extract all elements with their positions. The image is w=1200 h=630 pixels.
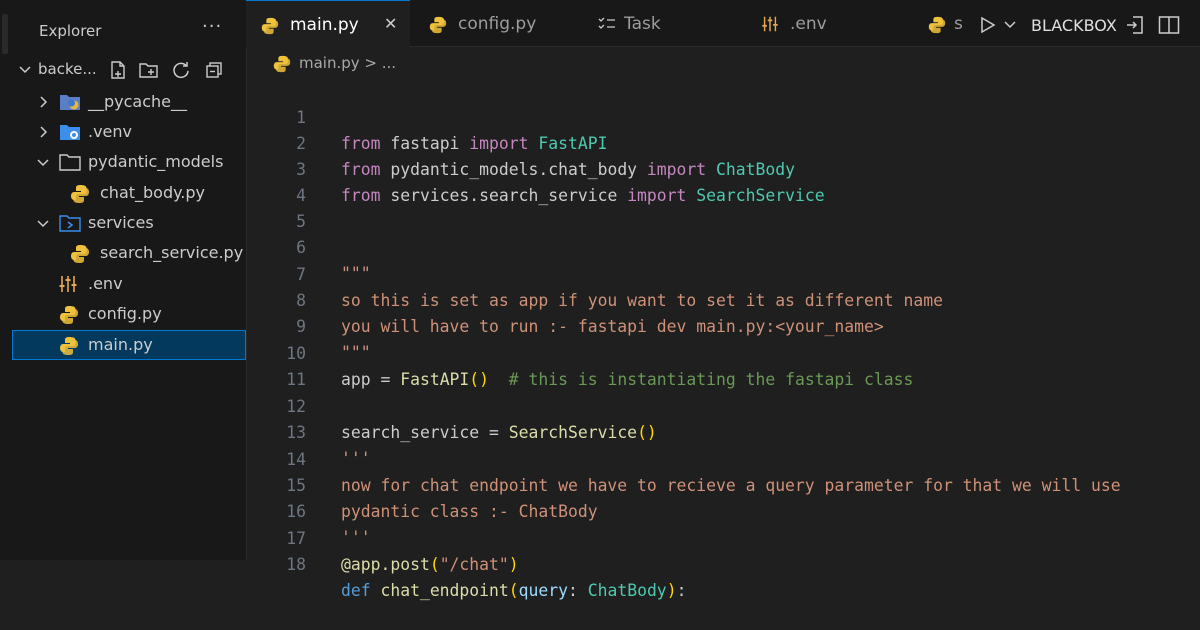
chevron-down-icon — [19, 66, 31, 74]
breadcrumb: main.py > ... — [246, 48, 1200, 80]
python-file-icon — [429, 16, 447, 34]
tree-item-venv[interactable]: .venv — [12, 117, 246, 147]
chevron-right-icon — [40, 126, 48, 138]
explorer-sidebar: Explorer ··· backe... __pycache__ .venv … — [12, 0, 247, 560]
code-line: 18 def chat_endpoint(query: ChatBody): — [246, 526, 1200, 600]
tab-env[interactable]: .env — [746, 0, 911, 46]
tab-label: .env — [790, 14, 827, 34]
code-line: 5 — [246, 183, 1200, 231]
chevron-right-icon — [40, 96, 48, 108]
tree-item-label: __pycache__ — [88, 92, 188, 111]
code-line: 3 from services.search_service import Se… — [246, 131, 1200, 205]
tree-item-label: .env — [88, 274, 123, 293]
tree-item-pydantic-models[interactable]: pydantic_models — [12, 147, 246, 177]
tab-config-py[interactable]: config.py — [410, 0, 583, 46]
explorer-header: Explorer ··· — [12, 0, 246, 62]
settings-sliders-icon — [762, 16, 778, 32]
code-line: 6 """ — [246, 209, 1200, 283]
workspace-folder[interactable]: backe... — [12, 58, 246, 84]
workspace-folder-name: backe... — [38, 60, 97, 78]
tab-task[interactable]: Task — [582, 0, 747, 46]
more-actions-icon[interactable]: ··· — [202, 16, 222, 37]
split-editor-icon[interactable] — [1158, 15, 1180, 35]
python-file-icon — [60, 337, 78, 355]
tree-item-label: search_service.py — [100, 243, 244, 262]
chevron-down-icon — [37, 159, 49, 167]
tab-label: Task — [624, 14, 661, 34]
new-file-icon[interactable] — [108, 60, 128, 80]
tree-item-label: pydantic_models — [88, 152, 224, 171]
python-folder-icon — [60, 95, 80, 110]
code-line: 17 @app.post("/chat") — [246, 500, 1200, 574]
python-file-icon — [71, 245, 89, 263]
code-line: 12 search_service = SearchService() — [246, 368, 1200, 442]
settings-sliders-icon — [59, 276, 77, 292]
activity-bar — [0, 0, 12, 560]
task-list-icon — [598, 17, 615, 29]
tree-item-search-service[interactable]: search_service.py — [12, 238, 246, 268]
code-line: 1 from fastapi import FastAPI — [246, 79, 1200, 153]
code-line: 10 app = FastAPI() # this is instantiati… — [246, 315, 1200, 389]
refresh-icon[interactable] — [171, 60, 191, 80]
tree-item-label: .venv — [88, 122, 133, 141]
tree-item-label: services — [88, 213, 154, 232]
code-line: 16 ''' — [246, 473, 1200, 547]
new-folder-icon[interactable] — [138, 60, 160, 80]
code-line: 4 — [246, 157, 1200, 205]
code-line: 11 — [246, 341, 1200, 389]
folder-open-icon — [59, 154, 81, 171]
tab-search-service-py[interactable]: s — [910, 0, 972, 46]
tree-item-label: config.py — [88, 304, 162, 323]
tree-item-config[interactable]: config.py — [12, 299, 246, 329]
tab-label: main.py — [290, 15, 359, 35]
close-tab-icon[interactable]: ✕ — [384, 14, 397, 33]
python-file-icon — [60, 306, 78, 324]
code-text: @app.post("/chat") — [341, 555, 519, 574]
venv-folder-icon — [60, 125, 80, 140]
code-line: 14 now for chat endpoint we have to reci… — [246, 421, 1200, 495]
exit-icon[interactable] — [1125, 15, 1145, 35]
tree-item-services[interactable]: services — [12, 208, 246, 238]
tree-item-chat-body[interactable]: chat_body.py — [12, 178, 246, 208]
editor-actions: BLACKBOX — [972, 0, 1200, 46]
tab-main-py[interactable]: main.py ✕ — [246, 0, 411, 48]
python-file-icon — [273, 55, 291, 73]
code-text: def chat_endpoint(query: ChatBody): — [341, 581, 687, 600]
breadcrumb-path[interactable]: main.py > ... — [299, 54, 396, 72]
python-file-icon — [71, 185, 89, 203]
tab-label: config.py — [458, 14, 537, 34]
tree-item-pycache[interactable]: __pycache__ — [12, 87, 246, 117]
chevron-down-icon — [37, 220, 49, 228]
activity-bar-indicator — [2, 14, 8, 54]
code-line: 7 so this is set as app if you want to s… — [246, 236, 1200, 310]
code-line: 9 """ — [246, 288, 1200, 362]
tree-item-main[interactable]: main.py — [12, 330, 246, 360]
explorer-title: Explorer — [39, 22, 102, 40]
code-line: 8 you will have to run :- fastapi dev ma… — [246, 262, 1200, 336]
tree-item-label: chat_body.py — [100, 183, 206, 202]
blackbox-button[interactable]: BLACKBOX — [1031, 16, 1117, 35]
code-line: 13 ''' — [246, 394, 1200, 468]
run-icon[interactable] — [980, 16, 996, 34]
python-file-icon — [261, 17, 279, 35]
line-number: 18 — [286, 555, 306, 574]
tab-label: s — [954, 14, 963, 34]
services-folder-icon — [59, 215, 81, 232]
tree-item-env[interactable]: .env — [12, 269, 246, 299]
run-options-chevron-icon[interactable] — [1004, 21, 1016, 29]
collapse-all-icon[interactable] — [204, 60, 224, 80]
tree-item-label: main.py — [88, 335, 153, 354]
python-file-icon — [928, 16, 946, 34]
code-line: 15 pydantic class :- ChatBody — [246, 447, 1200, 521]
code-line: 2 from pydantic_models.chat_body import … — [246, 105, 1200, 179]
